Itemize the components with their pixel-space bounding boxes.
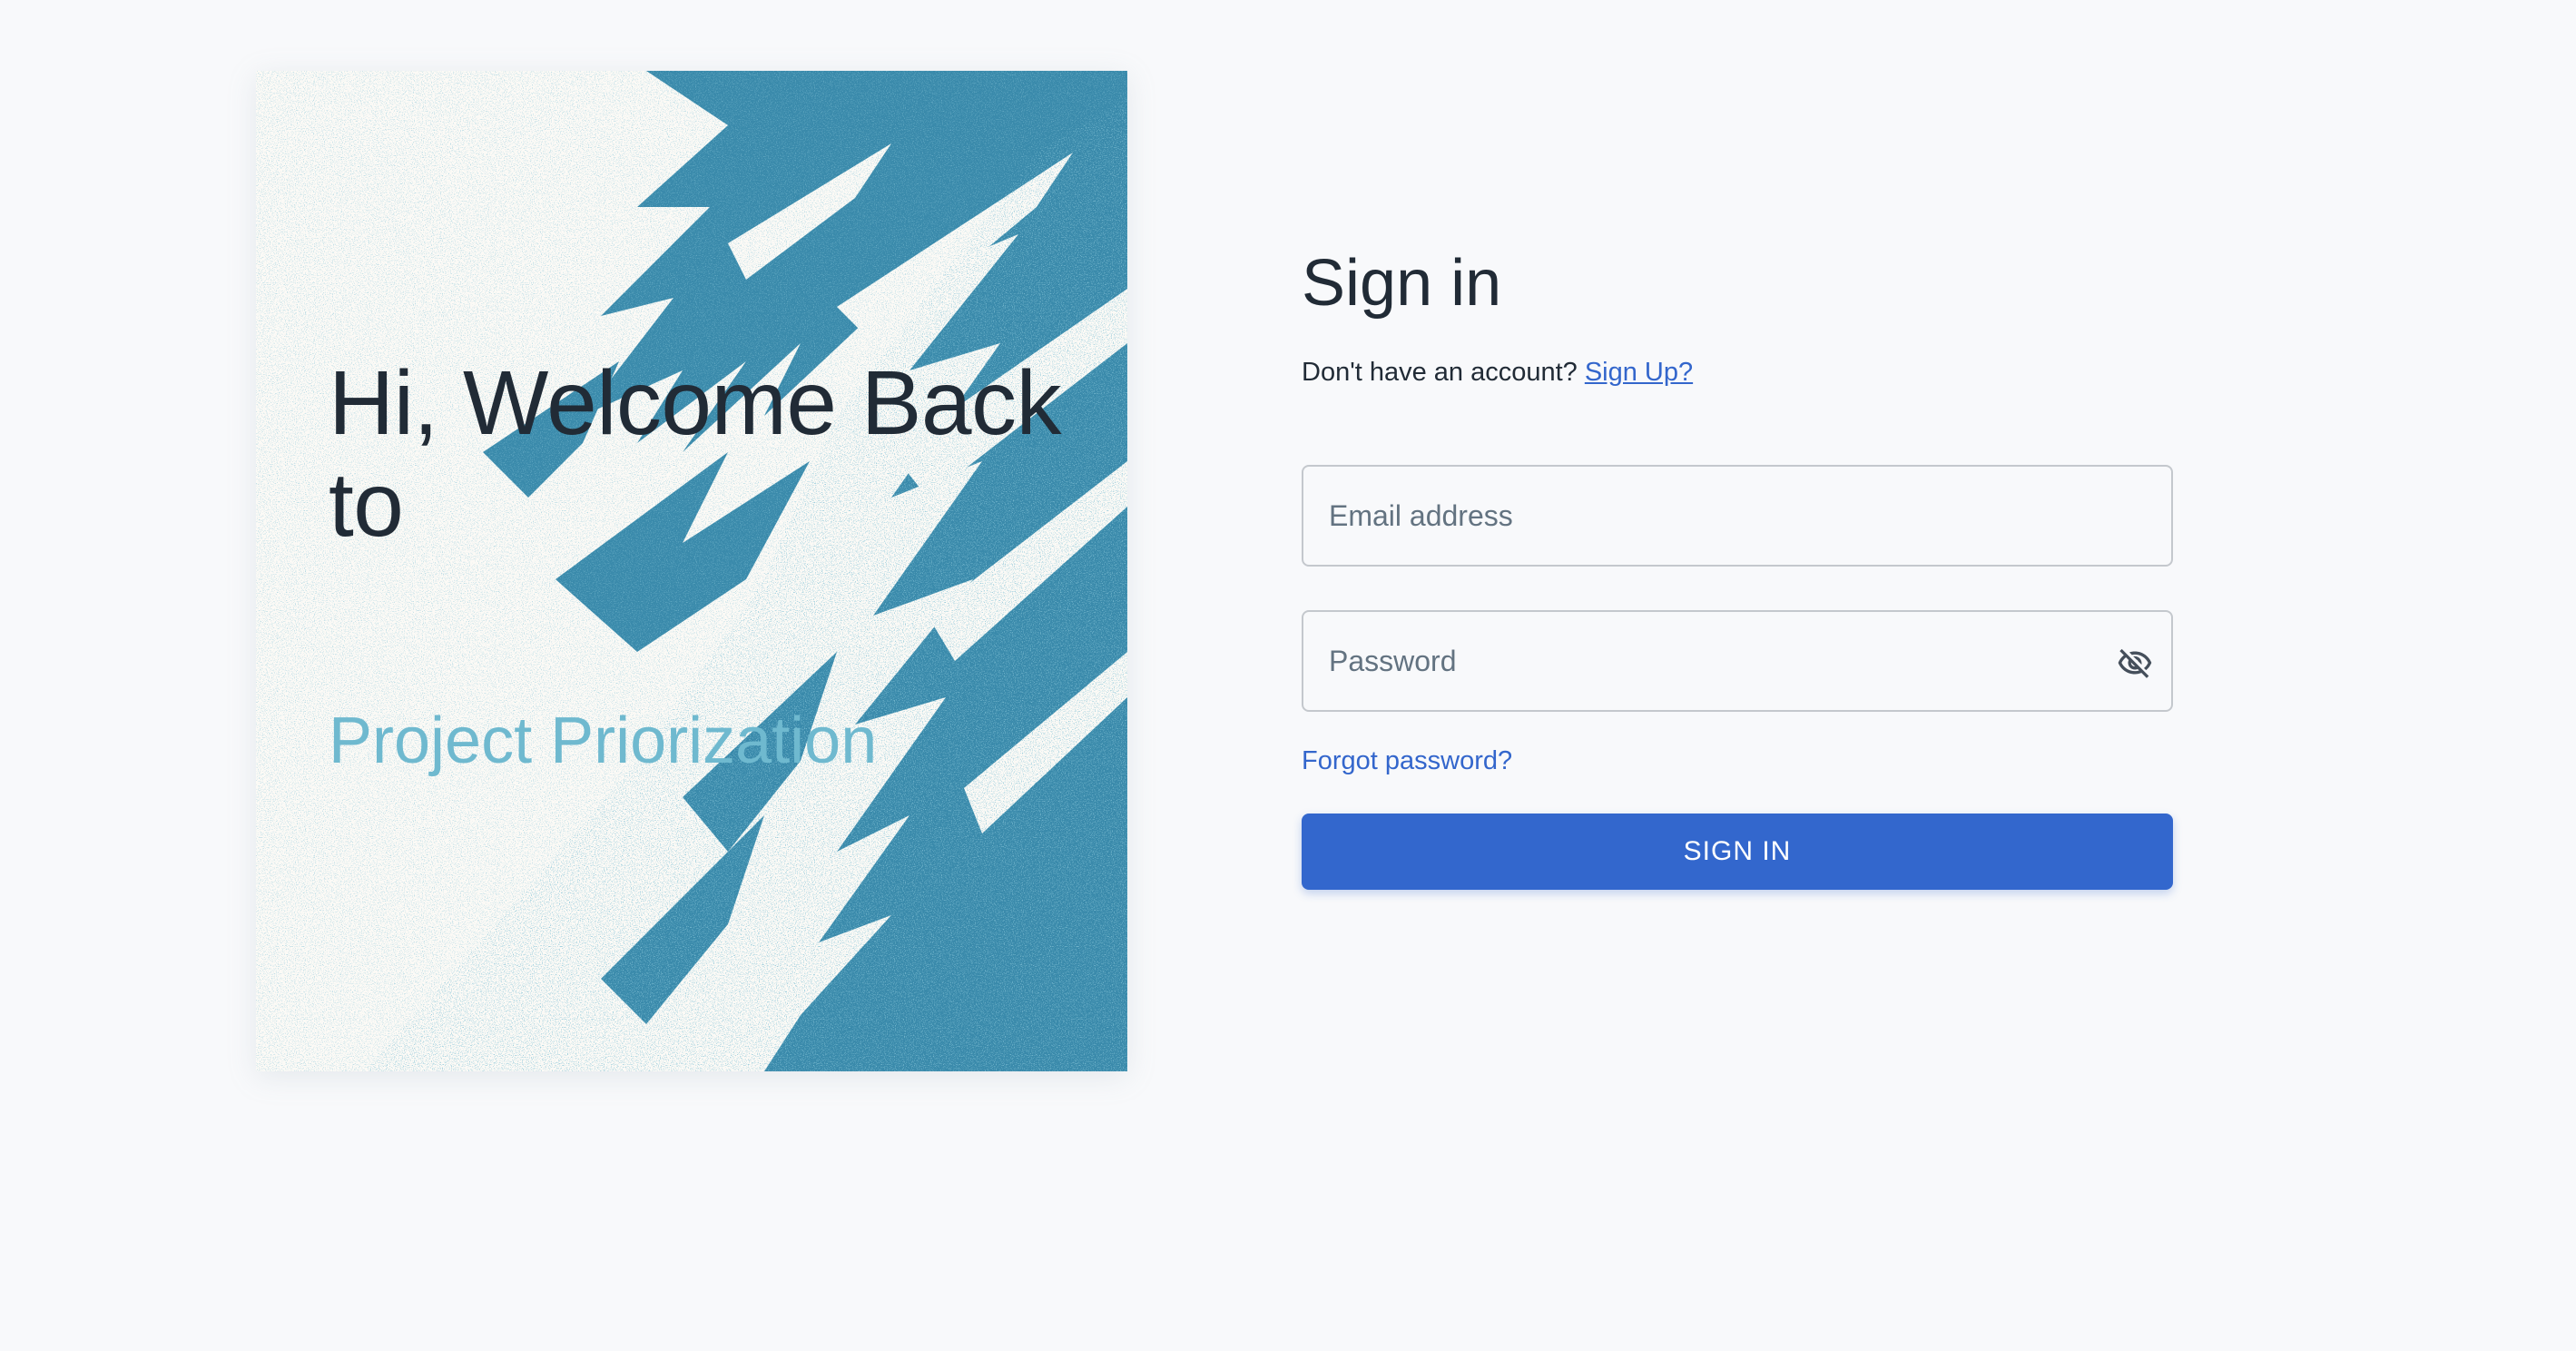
app-name: Project Priorization: [329, 705, 878, 777]
sign-in-button[interactable]: SIGN IN: [1302, 814, 2173, 890]
signup-prompt: Don't have an account? Sign Up?: [1302, 354, 2173, 390]
welcome-heading: Hi, Welcome Back to: [329, 352, 1062, 556]
sign-in-form: Sign in Don't have an account?Sign Up? F…: [1302, 245, 2173, 890]
sign-up-link[interactable]: Sign Up?: [1585, 358, 1693, 387]
password-field: [1302, 610, 2173, 712]
password-input[interactable]: [1303, 612, 2171, 710]
hero-illustration-card: Hi, Welcome Back to Project Priorization: [256, 71, 1127, 1071]
forgot-password-link[interactable]: Forgot password?: [1302, 743, 1512, 779]
email-input[interactable]: [1303, 467, 2171, 565]
paint-stroke-illustration: [256, 71, 1127, 1071]
email-field: [1302, 465, 2173, 567]
sign-in-title: Sign in: [1302, 247, 1502, 320]
eye-off-icon[interactable]: [2117, 645, 2153, 681]
no-account-text: Don't have an account?: [1302, 358, 1578, 387]
